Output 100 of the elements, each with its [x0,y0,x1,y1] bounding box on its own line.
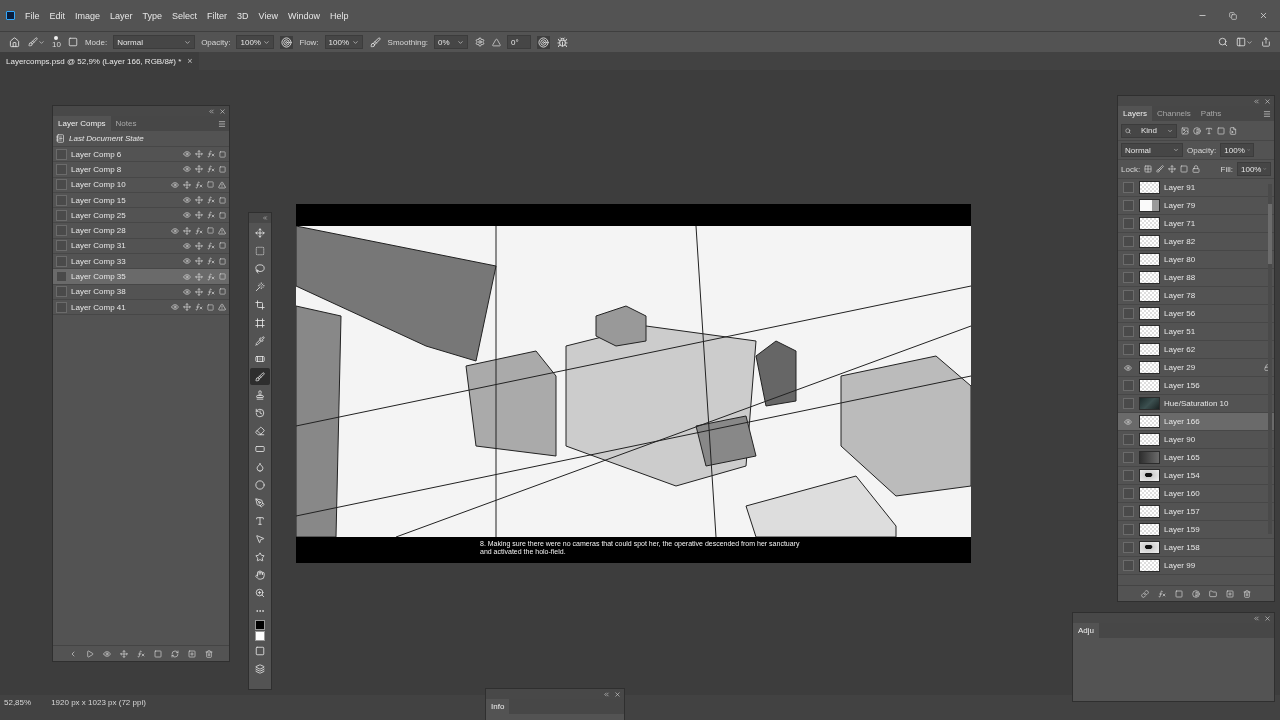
visibility-toggle[interactable] [1122,398,1134,409]
fx-icon[interactable] [207,287,215,296]
panel-menu-icon[interactable] [218,119,226,128]
visibility-toggle[interactable] [1122,542,1134,553]
visibility-icon[interactable] [171,226,179,235]
visibility-toggle[interactable] [1122,560,1134,571]
visibility-icon[interactable] [183,272,191,281]
pressure-size-button[interactable] [537,35,551,49]
visibility-icon[interactable] [183,165,191,174]
lock-artboard-icon[interactable] [1180,165,1189,173]
collapse-icon[interactable] [1253,614,1260,622]
mode-dropdown[interactable]: Normal [113,35,196,49]
layer-comp-row[interactable]: Layer Comp 8 [53,162,229,178]
layer-comp-row[interactable]: Layer Comp 15 [53,192,229,209]
layer-comp-row[interactable]: Layer Comp 28 [53,223,229,239]
new-layer-icon[interactable] [1226,589,1234,598]
position-icon[interactable] [195,150,203,159]
position-icon[interactable] [195,211,203,220]
visibility-toggle[interactable] [1122,272,1134,283]
visibility-toggle[interactable] [1122,200,1134,211]
fx-icon[interactable] [195,180,203,189]
brush-settings-button[interactable] [66,36,79,48]
appearance-icon[interactable] [154,649,162,658]
panel-tab[interactable]: Adju [1073,623,1099,638]
fx-icon[interactable] [195,303,203,312]
layer-comp-row[interactable]: Layer Comp 6 [53,147,229,163]
fx-icon[interactable] [207,165,215,174]
position-icon[interactable] [195,165,203,174]
delete-icon[interactable] [205,649,213,658]
fx-icon[interactable] [195,226,203,235]
search-button[interactable] [1217,36,1229,48]
position-icon[interactable] [195,257,203,266]
visibility-toggle[interactable] [1122,344,1134,355]
visibility-icon[interactable] [183,257,191,266]
close-icon[interactable] [1264,97,1271,105]
visibility-icon[interactable] [183,150,191,159]
panel-tab[interactable]: Info [486,699,510,714]
adjustment-filter-icon[interactable] [1193,126,1201,135]
symmetry-button[interactable] [556,35,570,49]
lock-pixels-icon[interactable] [1156,165,1165,173]
visibility-icon[interactable] [171,180,179,189]
brush-tool-button[interactable] [250,368,270,385]
blend-mode-dropdown[interactable]: Normal [1121,143,1183,157]
close-icon[interactable] [219,107,226,115]
link-icon[interactable] [1141,589,1149,598]
layer-comp-row[interactable]: Layer Comp 41 [53,299,229,316]
home-button[interactable] [8,35,21,49]
layer-row[interactable]: Layer 166 [1118,413,1274,431]
visibility-toggle[interactable] [1122,506,1134,517]
new-comp-icon[interactable] [188,649,196,658]
visibility-toggle[interactable] [1122,254,1134,265]
layer-comp-row[interactable]: Layer Comp 25 [53,208,229,224]
layer-row[interactable]: Layer 91 [1118,179,1274,197]
close-icon[interactable] [614,690,621,698]
menu-item[interactable]: 3D [237,10,249,21]
visibility-icon[interactable] [183,211,191,220]
delete-icon[interactable] [1243,589,1251,598]
panel-tab[interactable]: Notes [110,116,142,131]
document-tab[interactable]: Layercomps.psd @ 52,9% (Layer 166, RGB/8#) * × [0,52,199,70]
opacity-dropdown[interactable]: 100% [236,35,275,49]
type-filter-icon[interactable] [1205,126,1213,135]
brush-preset-button[interactable] [27,36,46,48]
visibility-icon[interactable] [171,303,179,312]
position-icon[interactable] [195,272,203,281]
visibility-toggle[interactable] [1122,290,1134,301]
visibility-toggle[interactable] [1122,236,1134,247]
position-icon[interactable] [183,303,191,312]
visibility-icon[interactable] [1124,363,1132,372]
fill-dropdown[interactable]: 100% [1237,162,1271,176]
panel-tab[interactable]: Layers [1118,106,1152,121]
menu-item[interactable]: Edit [49,10,66,21]
visibility-toggle[interactable] [1122,524,1134,535]
visibility-toggle[interactable] [1122,452,1134,463]
appearance-icon[interactable] [219,273,226,280]
next-icon[interactable] [86,649,94,658]
visibility-toggle[interactable] [1122,434,1134,445]
adjustment-icon[interactable] [1192,589,1200,598]
visibility-icon[interactable] [103,649,111,658]
menu-item[interactable]: Help [330,10,349,21]
position-icon[interactable] [195,241,203,250]
fx-icon[interactable] [207,241,215,250]
menu-item[interactable]: View [258,10,278,21]
layer-row[interactable]: Layer 99 [1118,557,1274,575]
menu-item[interactable]: Select [172,10,198,21]
collapse-icon[interactable] [208,107,215,115]
layer-comp-row[interactable]: Layer Comp 10 [53,177,229,193]
comp-name[interactable]: Last Document State [69,134,226,143]
previous-icon[interactable] [69,649,77,658]
position-icon[interactable] [183,180,191,189]
collapse-icon[interactable] [262,215,268,221]
fx-icon[interactable] [207,257,215,266]
layer-comp-row[interactable]: Layer Comp 31 [53,238,229,255]
mask-icon[interactable] [1175,589,1183,598]
visibility-toggle[interactable] [1122,488,1134,499]
visibility-toggle[interactable] [1122,326,1134,337]
brush-size-picker[interactable]: 10 [52,35,61,49]
position-icon[interactable] [195,287,203,296]
layer-row[interactable]: Layer 159 [1118,521,1274,539]
fx-icon[interactable] [207,150,215,159]
menu-item[interactable]: File [25,10,40,21]
